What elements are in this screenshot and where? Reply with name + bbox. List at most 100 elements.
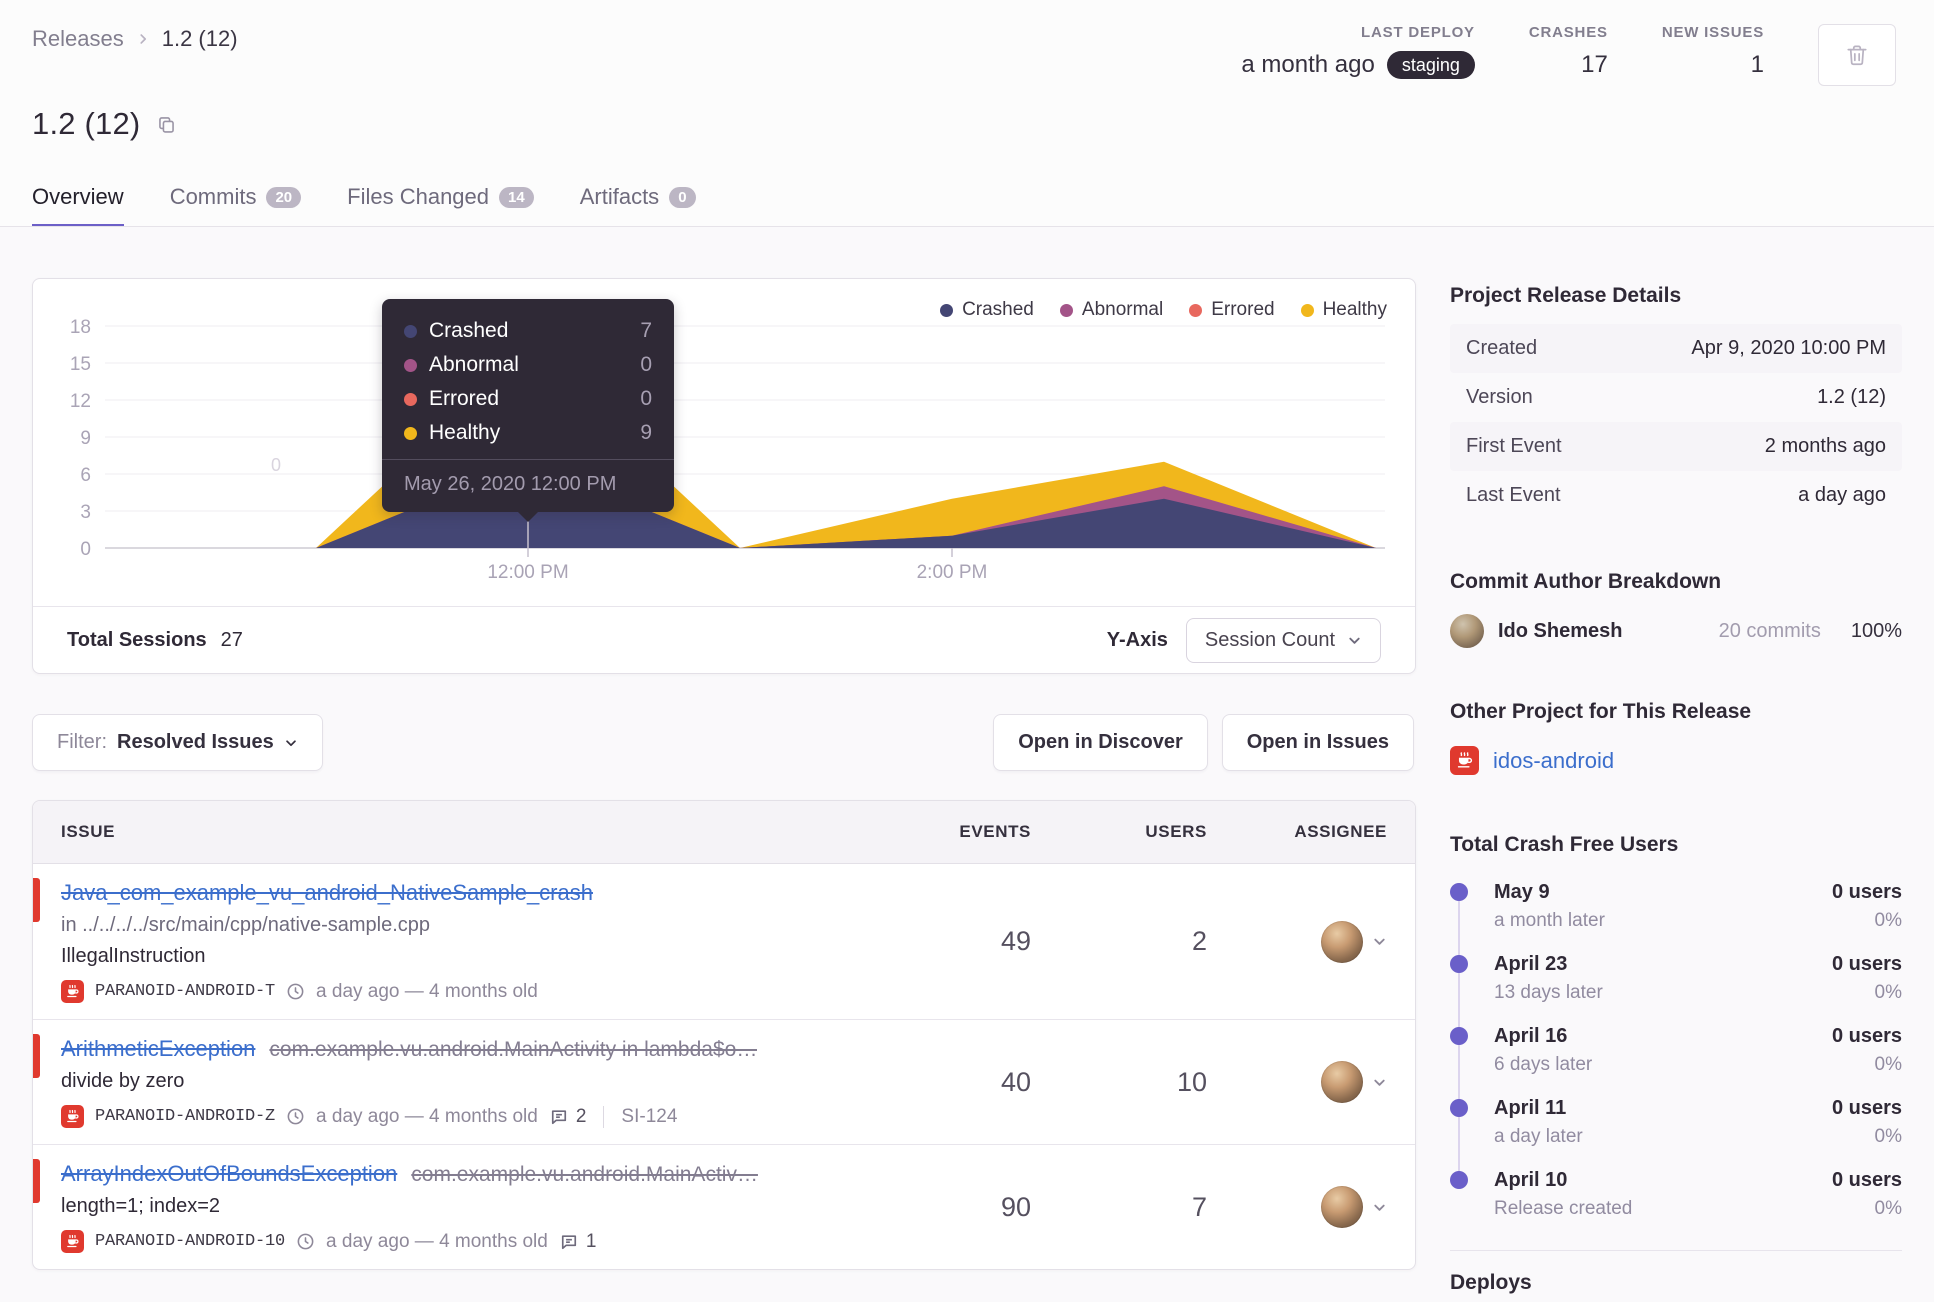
clock-icon bbox=[286, 1107, 305, 1126]
open-in-discover-button[interactable]: Open in Discover bbox=[993, 714, 1208, 771]
legend-dot bbox=[1189, 303, 1203, 317]
issue-location: in ../../../../src/main/cpp/native-sampl… bbox=[61, 914, 431, 936]
assignee-dropdown[interactable] bbox=[1321, 920, 1387, 963]
comment-icon bbox=[559, 1232, 579, 1252]
detail-label: Version bbox=[1466, 386, 1533, 408]
comment-count[interactable]: 1 bbox=[559, 1230, 597, 1253]
error-level-indicator bbox=[33, 878, 40, 922]
tab-artifacts[interactable]: Artifacts 0 bbox=[580, 184, 696, 228]
crash-free-timeline-item: April 23 13 days later 0 users 0% bbox=[1450, 953, 1902, 1035]
copy-version-button[interactable] bbox=[156, 114, 177, 135]
chart-tooltip: Crashed 7 Abnormal 0 Errored 0 Healthy 9… bbox=[382, 299, 674, 522]
assignee-dropdown[interactable] bbox=[1321, 1186, 1387, 1228]
chart-legend: Crashed Abnormal Errored Healthy bbox=[940, 299, 1387, 321]
events-count: 90 bbox=[1000, 1191, 1031, 1222]
comment-count[interactable]: 2 bbox=[549, 1106, 586, 1128]
tab-overview[interactable]: Overview bbox=[32, 184, 124, 228]
column-issue: ISSUE bbox=[61, 822, 116, 841]
tab-commits[interactable]: Commits 20 bbox=[169, 184, 302, 228]
crashes-value: 17 bbox=[1581, 51, 1608, 78]
divider bbox=[603, 1105, 605, 1128]
tab-files-changed[interactable]: Files Changed 14 bbox=[347, 184, 534, 228]
delete-release-button[interactable] bbox=[1818, 24, 1896, 86]
legend-item-abnormal[interactable]: Abnormal bbox=[1059, 299, 1163, 321]
coffee-icon bbox=[61, 980, 84, 1003]
legend-label: Healthy bbox=[1322, 299, 1387, 320]
last-deploy-label: LAST DEPLOY bbox=[1361, 24, 1475, 41]
timeline-percent: 0% bbox=[1874, 910, 1902, 931]
detail-value: 1.2 (12) bbox=[1817, 386, 1886, 408]
breadcrumb-releases-link[interactable]: Releases bbox=[32, 26, 124, 52]
open-in-issues-button[interactable]: Open in Issues bbox=[1221, 714, 1414, 771]
total-sessions-label: Total Sessions bbox=[67, 628, 207, 651]
stacked-area-chart: 0 3 6 9 12 15 18 12:00 PM 2:00 PM bbox=[70, 317, 1385, 583]
yaxis-label: Y-Axis bbox=[1106, 628, 1168, 651]
coffee-icon bbox=[1450, 746, 1479, 775]
avatar bbox=[1321, 1061, 1363, 1103]
other-project-link[interactable]: idos-android bbox=[1493, 748, 1614, 774]
crashes-label: CRASHES bbox=[1528, 24, 1608, 41]
crash-free-title: Total Crash Free Users bbox=[1450, 833, 1679, 856]
timeline-users: 0 users bbox=[1831, 1169, 1902, 1191]
coffee-icon bbox=[61, 1230, 84, 1253]
clock-icon bbox=[286, 982, 305, 1001]
issue-title-link[interactable]: ArithmeticException bbox=[61, 1036, 255, 1062]
issue-title-link[interactable]: ArrayIndexOutOfBoundsException bbox=[61, 1161, 397, 1187]
legend-item-errored[interactable]: Errored bbox=[1189, 299, 1275, 321]
legend-item-crashed[interactable]: Crashed bbox=[940, 299, 1034, 321]
issue-title-link[interactable]: Java_com_example_vu_android_NativeSample… bbox=[61, 880, 593, 906]
error-level-indicator bbox=[33, 1159, 40, 1203]
other-project-section: Other Project for This Release idos-andr… bbox=[1450, 700, 1902, 775]
assignee-dropdown[interactable] bbox=[1321, 1061, 1387, 1103]
project-slug: PARANOID-ANDROID-10 bbox=[95, 1232, 286, 1251]
timeline-percent: 0% bbox=[1874, 1054, 1902, 1075]
series-dot bbox=[404, 426, 417, 440]
detail-row-first-event: First Event 2 months ago bbox=[1450, 422, 1902, 471]
series-dot bbox=[404, 324, 417, 338]
error-level-indicator bbox=[33, 1034, 40, 1078]
yaxis-select[interactable]: Session Count bbox=[1185, 617, 1381, 663]
author-percent: 100% bbox=[1850, 619, 1902, 642]
comment-count-value: 1 bbox=[585, 1230, 597, 1252]
issues-filter-dropdown[interactable]: Filter: Resolved Issues bbox=[32, 714, 323, 771]
issue-culprit: com.example.vu.android.MainActiv… bbox=[411, 1163, 758, 1186]
tab-label: Commits bbox=[169, 184, 257, 209]
issue-message: divide by zero bbox=[61, 1070, 185, 1092]
release-stats: LAST DEPLOY a month ago staging CRASHES … bbox=[1241, 24, 1896, 86]
commit-author-row: Ido Shemesh 20 commits 100% bbox=[1450, 614, 1902, 648]
svg-text:15: 15 bbox=[70, 354, 91, 375]
chevron-down-icon bbox=[1347, 633, 1362, 648]
legend-item-healthy[interactable]: Healthy bbox=[1300, 299, 1387, 321]
users-count: 7 bbox=[1191, 1191, 1207, 1222]
crash-free-timeline-item: April 10 Release created 0 users 0% bbox=[1450, 1169, 1902, 1220]
issue-age: a day ago — 4 months old bbox=[316, 980, 538, 1002]
author-commit-count: 20 commits bbox=[1718, 619, 1821, 642]
stat-crashes: CRASHES 17 bbox=[1529, 24, 1608, 79]
timeline-dot bbox=[1450, 883, 1468, 901]
chevron-down-icon bbox=[1372, 1075, 1387, 1090]
filter-selected-value: Resolved Issues bbox=[117, 731, 274, 753]
issue-cell: ArithmeticException com.example.vu.andro… bbox=[61, 1036, 891, 1128]
commit-author-breakdown-section: Commit Author Breakdown Ido Shemesh 20 c… bbox=[1450, 570, 1902, 648]
project-slug: PARANOID-ANDROID-Z bbox=[95, 1107, 276, 1126]
issue-row: ArrayIndexOutOfBoundsException com.examp… bbox=[33, 1144, 1415, 1269]
release-details-title: Project Release Details bbox=[1450, 284, 1682, 307]
tab-label: Artifacts bbox=[579, 184, 660, 209]
clock-icon bbox=[296, 1232, 315, 1251]
detail-value: Apr 9, 2020 10:00 PM bbox=[1691, 337, 1886, 359]
series-label: Healthy bbox=[429, 421, 501, 444]
stat-last-deploy: LAST DEPLOY a month ago staging bbox=[1241, 24, 1475, 79]
issue-age: a day ago — 4 months old bbox=[326, 1230, 548, 1252]
sessions-chart: 0 3 6 9 12 15 18 12:00 PM 2:00 PM Crashed Abnorma… bbox=[33, 279, 1415, 607]
column-assignee: ASSIGNEE bbox=[1294, 822, 1387, 841]
issue-message: length=1; index=2 bbox=[61, 1195, 221, 1217]
issue-short-id: SI-124 bbox=[621, 1105, 678, 1127]
timeline-percent: 0% bbox=[1874, 982, 1902, 1003]
detail-row-version: Version 1.2 (12) bbox=[1450, 373, 1902, 422]
comment-icon bbox=[549, 1107, 569, 1127]
yaxis-selected-value: Session Count bbox=[1204, 628, 1335, 651]
issue-culprit: com.example.vu.android.MainActivity in l… bbox=[269, 1038, 758, 1061]
coffee-icon bbox=[61, 1105, 84, 1128]
svg-text:0: 0 bbox=[80, 539, 91, 560]
timeline-dot bbox=[1450, 1099, 1468, 1117]
